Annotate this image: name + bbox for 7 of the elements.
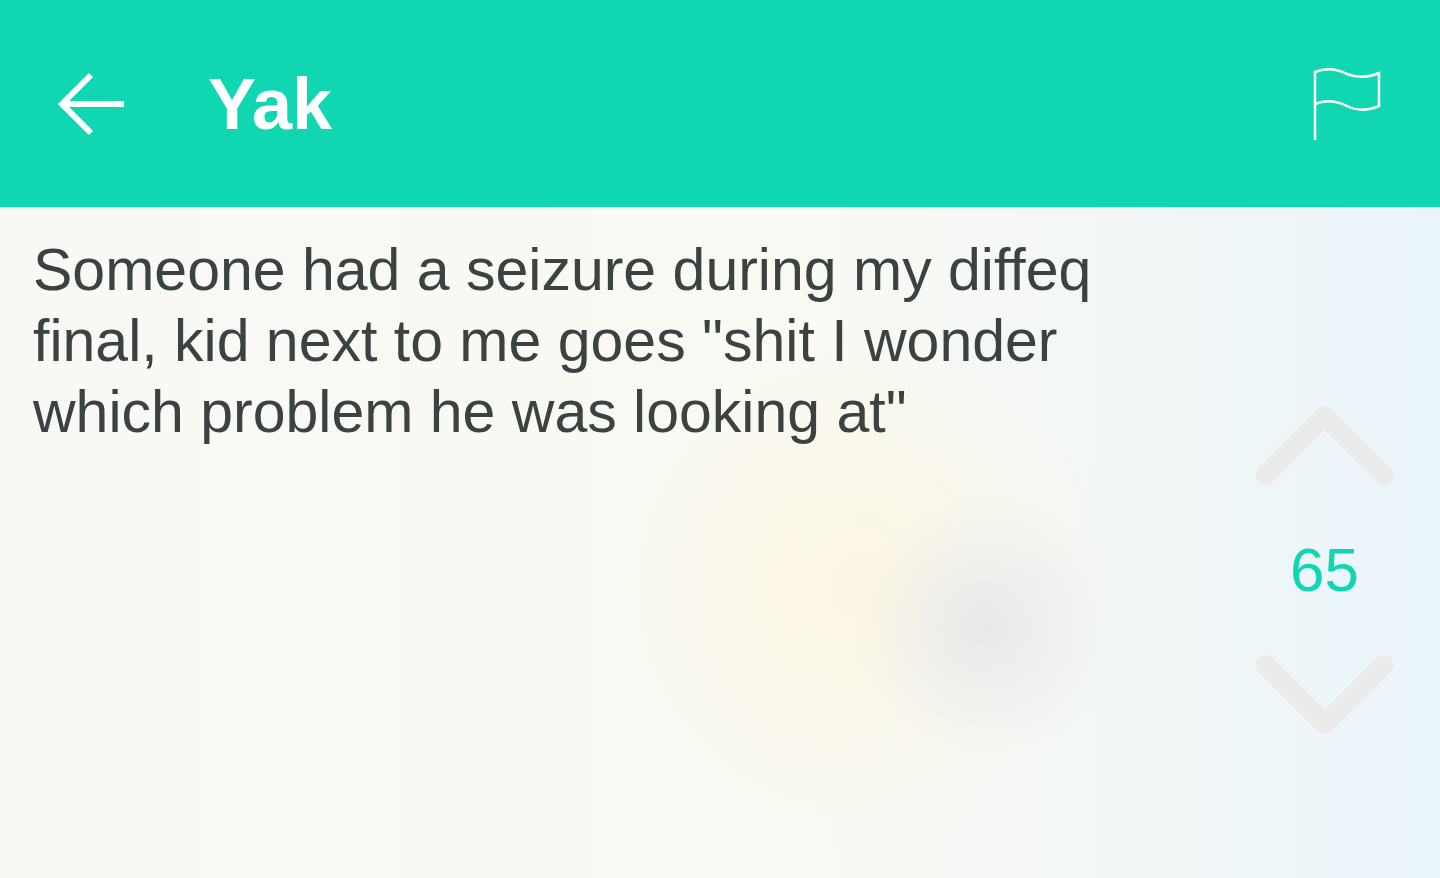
flag-button[interactable] — [1312, 67, 1382, 140]
back-button[interactable] — [58, 70, 126, 137]
back-arrow-icon — [58, 70, 126, 137]
vote-count: 65 — [1290, 539, 1359, 601]
post-text: Someone had a seizure during my diffeq final, kid next to me goes "shit I wonder which problem he was looking at" — [33, 236, 1093, 447]
screen-title: Yak — [208, 67, 334, 140]
flag-icon — [1312, 67, 1382, 140]
